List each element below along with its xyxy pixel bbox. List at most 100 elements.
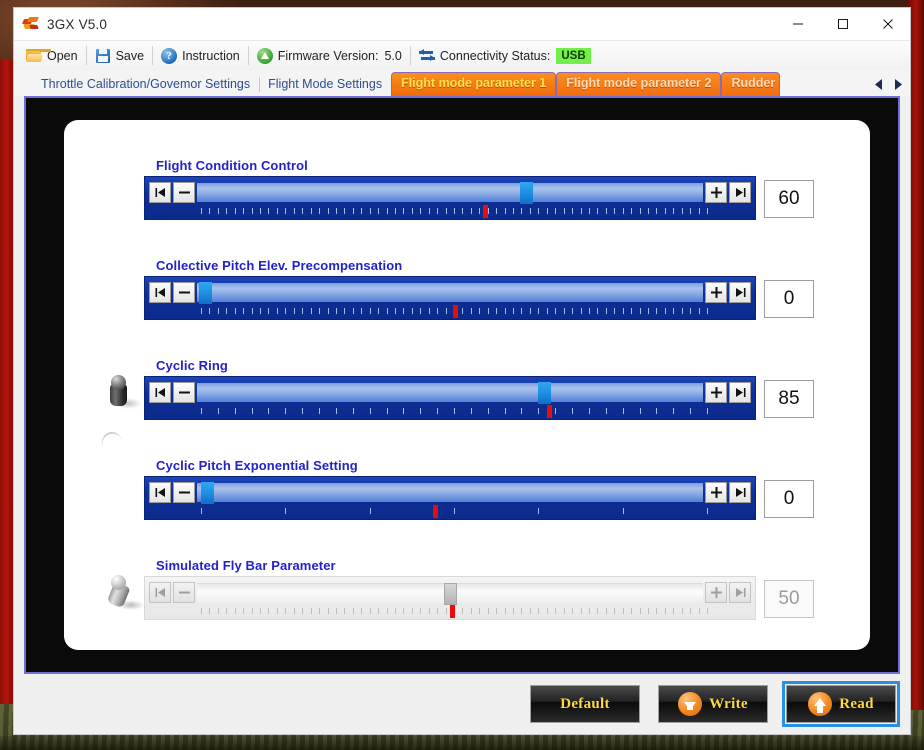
save-button[interactable]: Save xyxy=(88,44,152,68)
slider-track[interactable] xyxy=(197,282,703,304)
maximize-icon[interactable] xyxy=(820,8,865,40)
open-button-label: Open xyxy=(47,48,78,63)
firmware-version-value: 5.0 xyxy=(384,48,402,63)
minimize-icon[interactable] xyxy=(775,8,820,40)
slider-center-marker xyxy=(546,405,552,418)
skip-to-start-icon[interactable] xyxy=(149,382,171,403)
slider-track[interactable] xyxy=(197,382,703,404)
tab-flight-mode-parameter-1[interactable]: Flight mode parameter 1 xyxy=(391,72,557,96)
slider-thumb[interactable] xyxy=(198,282,212,304)
slider-center-marker xyxy=(483,205,489,218)
parameter-value[interactable]: 0 xyxy=(764,280,814,318)
parameter-label: Cyclic Ring xyxy=(156,358,228,373)
write-button-label: Write xyxy=(709,695,748,712)
tab-scroll-controls xyxy=(870,73,910,96)
skip-to-start-icon xyxy=(149,582,171,603)
skip-to-end-icon xyxy=(729,582,751,603)
decrement-icon[interactable] xyxy=(173,382,195,403)
slider-center-marker xyxy=(453,305,458,318)
parameter-slider[interactable] xyxy=(144,276,756,320)
parameter-slider[interactable] xyxy=(144,176,756,220)
increment-icon[interactable] xyxy=(705,182,727,203)
skip-to-end-icon[interactable] xyxy=(729,282,751,303)
toolbar-divider xyxy=(152,46,154,65)
decrement-icon xyxy=(173,582,195,603)
firmware-version-item: Firmware Version: 5.0 xyxy=(250,44,409,68)
slider-track[interactable] xyxy=(197,482,703,504)
parameter-label: Flight Condition Control xyxy=(156,158,308,173)
application-window: 3GX V5.0 Open Save ? Instruction Firmwar… xyxy=(14,8,910,734)
slider-thumb[interactable] xyxy=(201,482,215,504)
firmware-green-icon xyxy=(256,47,273,64)
slider-center-marker xyxy=(450,605,456,618)
parameter-slider xyxy=(144,576,756,620)
skip-to-end-icon[interactable] xyxy=(729,382,751,403)
parameter-value[interactable]: 0 xyxy=(764,480,814,518)
default-button[interactable]: Default xyxy=(530,685,640,723)
slider-track[interactable] xyxy=(197,182,703,204)
tab-throttle-calibration[interactable]: Throttle Calibration/Govemor Settings xyxy=(32,73,259,96)
close-icon[interactable] xyxy=(865,8,910,40)
skip-to-start-icon[interactable] xyxy=(149,482,171,503)
skip-to-start-icon[interactable] xyxy=(149,282,171,303)
instruction-button-label: Instruction xyxy=(182,48,240,63)
slider-center-marker xyxy=(432,505,438,518)
window-controls xyxy=(775,8,910,40)
connectivity-status-item: Connectivity Status: USB xyxy=(412,44,598,68)
skip-to-end-icon[interactable] xyxy=(729,482,751,503)
decrement-icon[interactable] xyxy=(173,182,195,203)
slider-tick-marks xyxy=(201,408,708,415)
parameters-panel: Flight Condition Control 60 Collective P… xyxy=(64,120,870,650)
increment-icon xyxy=(705,582,727,603)
skip-to-start-icon[interactable] xyxy=(149,182,171,203)
connectivity-status-label: Connectivity Status: xyxy=(439,48,551,63)
default-button-label: Default xyxy=(560,695,610,712)
connectivity-status-badge: USB xyxy=(556,47,591,64)
slider-thumb[interactable] xyxy=(519,182,533,204)
skip-to-end-icon[interactable] xyxy=(729,182,751,203)
parameter-value[interactable]: 85 xyxy=(764,380,814,418)
tab-flight-mode-parameter-2[interactable]: Flight mode parameter 2 xyxy=(556,72,722,96)
toolbar-divider xyxy=(247,46,249,65)
tab-rudder[interactable]: Rudder xyxy=(721,72,781,96)
prev-arrow-icon[interactable] xyxy=(870,74,888,96)
parameter-slider[interactable] xyxy=(144,376,756,420)
upload-arrow-icon xyxy=(808,692,833,716)
increment-icon[interactable] xyxy=(705,382,727,403)
window-title: 3GX V5.0 xyxy=(47,16,108,32)
download-arrow-icon xyxy=(678,692,703,716)
parameter-slider[interactable] xyxy=(144,476,756,520)
slider-track xyxy=(197,583,703,605)
instruction-button[interactable]: ? Instruction xyxy=(154,44,247,68)
save-button-label: Save xyxy=(115,48,145,63)
help-question-icon: ? xyxy=(161,47,178,64)
increment-icon[interactable] xyxy=(705,482,727,503)
slider-thumb xyxy=(444,583,457,605)
toolbar: Open Save ? Instruction Firmware Version… xyxy=(14,40,910,70)
tab-strip: Throttle Calibration/Govemor Settings Fl… xyxy=(14,70,910,96)
read-button-label: Read xyxy=(839,695,874,712)
slider-tick-marks xyxy=(201,208,708,215)
3gx-logo-icon xyxy=(21,15,40,33)
parameter-label: Collective Pitch Elev. Precompensation xyxy=(156,258,403,273)
toolbar-divider xyxy=(409,46,411,65)
connectivity-arrows-icon xyxy=(418,48,435,64)
decrement-icon[interactable] xyxy=(173,482,195,503)
read-button[interactable]: Read xyxy=(782,681,900,727)
slider-thumb[interactable] xyxy=(537,382,551,404)
folder-open-icon xyxy=(26,48,51,64)
parameter-label: Simulated Fly Bar Parameter xyxy=(156,558,336,573)
tab-flight-mode-settings[interactable]: Flight Mode Settings xyxy=(259,73,391,96)
parameter-value: 50 xyxy=(764,580,814,618)
slider-tick-marks xyxy=(201,508,708,515)
parameter-label: Cyclic Pitch Exponential Setting xyxy=(156,458,358,473)
parameter-value[interactable]: 60 xyxy=(764,180,814,218)
joystick-motion-arc-icon xyxy=(98,428,124,450)
open-button[interactable]: Open xyxy=(19,44,85,68)
next-arrow-icon[interactable] xyxy=(888,74,906,96)
write-button[interactable]: Write xyxy=(658,685,768,723)
decrement-icon[interactable] xyxy=(173,282,195,303)
tab-content-area: Flight Condition Control 60 Collective P… xyxy=(24,96,900,674)
firmware-version-label: Firmware Version: xyxy=(277,48,379,63)
increment-icon[interactable] xyxy=(705,282,727,303)
